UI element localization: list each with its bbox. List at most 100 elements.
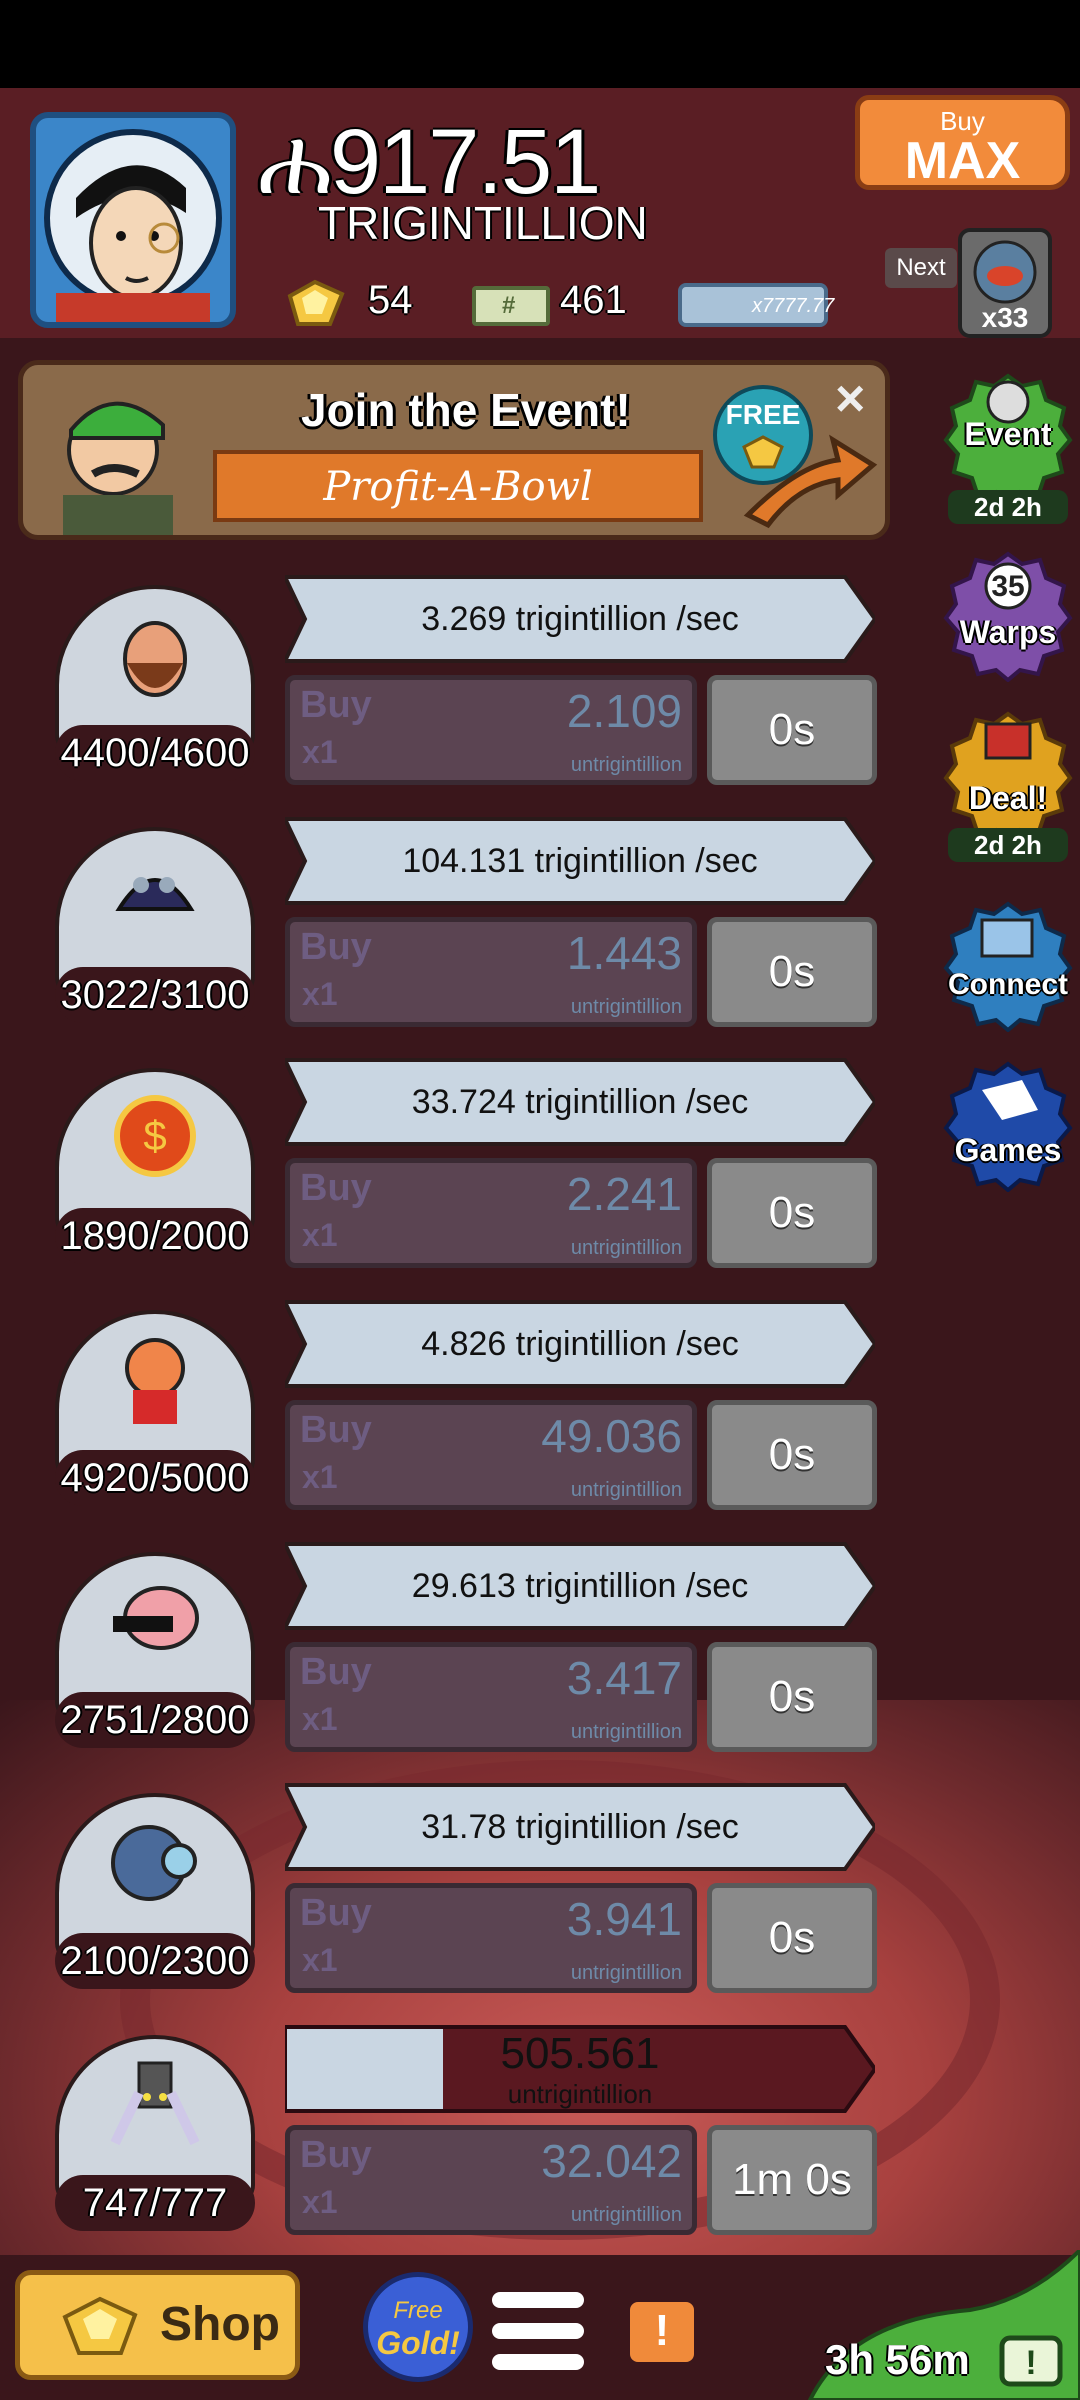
buy-label: Buy [300,926,372,968]
rate-text: 104.131 trigintillion /sec [402,842,758,880]
business-row: 3022/3100 104.131 trigintillion /sec Buy… [55,817,895,1047]
rate-text: 33.724 trigintillion /sec [411,1083,749,1121]
buy-cost: 32.042 [541,2135,682,2187]
business-icon-button[interactable]: 747/777 [55,2035,255,2235]
warps-count: 35 [991,570,1025,603]
buy-button[interactable]: Buy x1 3.417 untrigintillion [285,1642,697,1752]
bill-text: x7777.77 [752,295,835,317]
business-row: 2751/2800 29.613 trigintillion /sec Buy … [55,1542,895,1772]
buy-label: Buy [300,1167,372,1209]
business-icon [125,1338,185,1424]
collect-bar[interactable]: 29.613 trigintillion /sec [285,1542,875,1630]
business-row: $ 1890/2000 33.724 trigintillion /sec Bu… [55,1058,895,1288]
buy-cost-unit: untrigintillion [570,1962,682,1984]
event-banner[interactable]: Join the Event! Profit-A-Bowl FREE × [18,360,890,540]
connect-badge-icon [943,901,1073,1032]
next-unlock-icon [973,240,1037,304]
timer-display: 0s [707,675,877,785]
shop-label: Shop [160,2298,280,2351]
business-icon-button[interactable]: 4400/4600 [55,585,255,785]
timer-display: 1m 0s [707,2125,877,2235]
connect-button[interactable]: Connect [942,900,1074,1032]
business-icon [111,1825,197,1901]
alert-button[interactable]: ! [630,2302,694,2362]
collect-bar[interactable]: 104.131 trigintillion /sec [285,817,875,905]
buy-max-bottom: MAX [904,132,1021,190]
player-avatar[interactable] [30,112,236,328]
next-multiplier: x33 [981,302,1029,333]
business-row: 4920/5000 4.826 trigintillion /sec Buy x… [55,1300,895,1530]
event-subtitle: Profit-A-Bowl [323,464,593,510]
event-button-timer: 2d 2h [948,490,1068,524]
business-icon [123,621,187,697]
megabucks-icon: # [472,286,550,326]
deal-badge-icon [943,711,1073,842]
deal-button-label: Deal! [968,780,1048,816]
business-icon-button[interactable]: 3022/3100 [55,827,255,1027]
buy-button[interactable]: Buy x1 1.443 untrigintillion [285,917,697,1027]
buy-multiplier: x1 [302,1942,338,1978]
business-icon-button[interactable]: $ 1890/2000 [55,1068,255,1268]
connect-button-label: Connect [948,968,1068,1001]
timer-display: 0s [707,917,877,1027]
business-icon-button[interactable]: 2751/2800 [55,1552,255,1752]
free-gold-top: Free [393,2297,443,2324]
buy-button[interactable]: Buy x1 32.042 untrigintillion [285,2125,697,2235]
buy-cost-unit: untrigintillion [570,754,682,776]
business-row: 747/777 505.561 untrigintillion Buy x1 3… [55,2025,895,2255]
business-icon [110,2061,200,2146]
countdown-badge[interactable]: 3h 56m ! [770,2250,1080,2400]
owned-count: 747/777 [55,2175,255,2231]
event-button[interactable]: Event 2d 2h [942,372,1074,524]
buy-multiplier: x1 [302,976,338,1012]
buy-max-button[interactable]: Buy MAX [855,95,1070,190]
rate-text: 31.78 trigintillion /sec [421,1808,739,1846]
owned-count: 3022/3100 [55,967,255,1023]
buy-multiplier: x1 [302,1701,338,1737]
games-button[interactable]: Games [942,1060,1074,1192]
owned-count: 2100/2300 [55,1933,255,1989]
buy-cost: 2.109 [566,685,682,737]
rate-unit: untrigintillion [507,2079,653,2109]
gold-icon [62,2296,138,2355]
games-button-label: Games [954,1132,1062,1168]
buy-cost-unit: untrigintillion [570,1479,682,1501]
timer-display: 0s [707,1158,877,1268]
collect-bar[interactable]: 33.724 trigintillion /sec [285,1058,875,1146]
bill-multiplier: x7777.77 [678,283,834,327]
buy-label: Buy [300,1651,372,1693]
gold-icon [280,276,350,332]
owned-count: 1890/2000 [55,1208,255,1264]
business-icon-button[interactable]: 2100/2300 [55,1793,255,1993]
buy-button[interactable]: Buy x1 49.036 untrigintillion [285,1400,697,1510]
buy-button[interactable]: Buy x1 2.241 untrigintillion [285,1158,697,1268]
buy-cost: 2.241 [566,1168,682,1220]
rate-text: 4.826 trigintillion /sec [421,1325,739,1363]
business-icon-button[interactable]: 4920/5000 [55,1310,255,1510]
free-gold-button[interactable]: Free Gold! [363,2272,473,2382]
buy-button[interactable]: Buy x1 3.941 untrigintillion [285,1883,697,1993]
buy-button[interactable]: Buy x1 2.109 untrigintillion [285,675,697,785]
buy-cost-unit: untrigintillion [570,996,682,1018]
money-unit: TRIGINTILLION [318,197,648,249]
warps-button[interactable]: 35 Warps [942,550,1074,682]
collect-bar[interactable]: 505.561 untrigintillion [285,2025,875,2113]
next-label: Next [885,248,957,288]
collect-bar[interactable]: 3.269 trigintillion /sec [285,575,875,663]
next-unlock-button[interactable]: x33 [958,228,1052,338]
timer-display: 0s [707,1642,877,1752]
deal-button[interactable]: Deal! 2d 2h [942,710,1074,862]
buy-label: Buy [300,1892,372,1934]
close-icon[interactable]: × [835,369,865,429]
collect-bar[interactable]: 31.78 trigintillion /sec [285,1783,875,1871]
arrow-right-icon [743,434,878,529]
collect-bar[interactable]: 4.826 trigintillion /sec [285,1300,875,1388]
shop-button[interactable]: Shop [15,2270,300,2380]
tv-icon: ! [999,2335,1063,2387]
business-icon [113,1586,199,1650]
menu-icon[interactable] [492,2290,584,2372]
status-bar [0,0,1080,88]
buy-cost-unit: untrigintillion [570,2204,682,2226]
games-badge-icon [943,1061,1073,1192]
event-title: Join the Event! [301,384,631,436]
